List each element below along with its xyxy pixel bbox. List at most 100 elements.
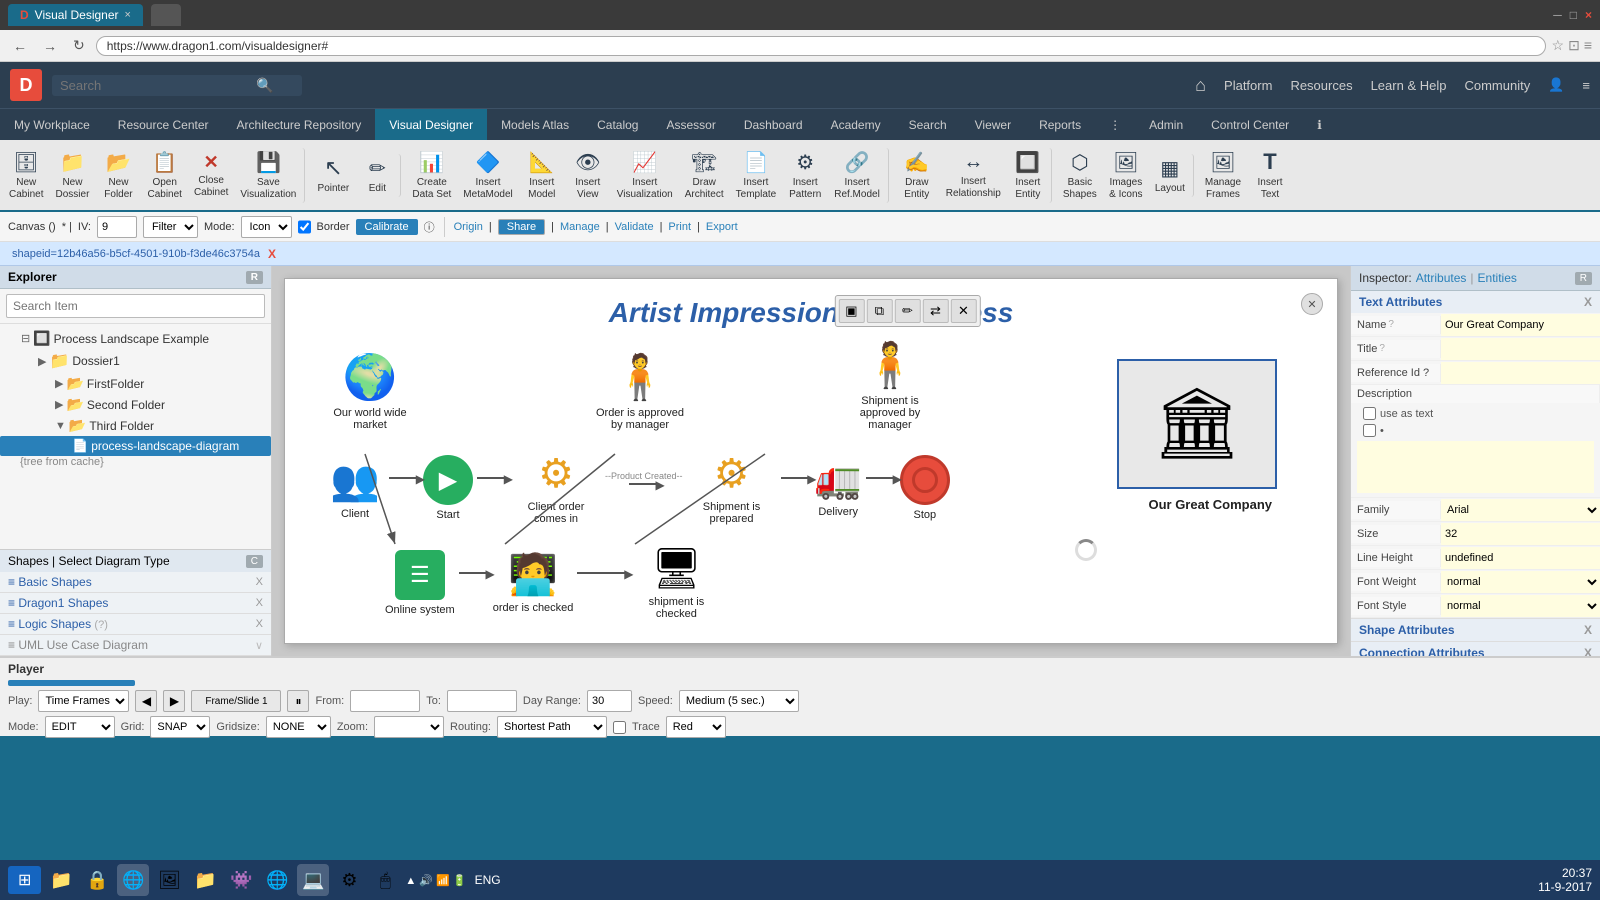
taskbar-icon-globe[interactable]: 🌐 [261,864,293,896]
from-input[interactable] [350,690,420,712]
title-q-icon[interactable]: ? [1379,343,1385,354]
taskbar-start-btn[interactable]: ⊞ [8,866,41,894]
bookmark-icon[interactable]: ☆ [1552,37,1565,54]
menu-models-atlas[interactable]: Models Atlas [487,109,583,140]
nav-learn-help[interactable]: Learn & Help [1371,78,1447,93]
info-icon[interactable]: ⓘ [424,219,435,235]
nav-user-icon[interactable]: 👤 [1548,77,1564,93]
text-attributes-header[interactable]: Text Attributes X [1351,291,1600,313]
browser-tab[interactable]: D Visual Designer × [8,4,143,26]
basic-shapes-header[interactable]: ≡ Basic Shapes X [0,572,271,592]
app-search-btn[interactable]: 🔍 [256,77,273,94]
nav-community[interactable]: Community [1464,78,1530,93]
routing-select[interactable]: Shortest Path [497,716,607,738]
validate-btn[interactable]: Validate [615,221,654,233]
menu-visual-designer[interactable]: Visual Designer [375,109,487,140]
basic-shapes-close[interactable]: X [256,576,263,588]
ribbon-btn-insert-metamodel[interactable]: 🔷 InsertMetaModel [458,148,517,203]
shapes-panel-header[interactable]: Shapes | Select Diagram Type C [0,550,271,572]
inspector-r-btn[interactable]: R [1575,272,1592,285]
shape-start[interactable]: ▶ Start [423,455,473,521]
trace-checkbox[interactable] [613,721,626,734]
ribbon-btn-save[interactable]: 💾 SaveVisualization [235,148,305,203]
diagram-close-btn[interactable]: ✕ [1301,293,1323,315]
shape-person2[interactable]: 🧍 Shipment is approved by manager [845,339,935,431]
app-logo[interactable]: D [10,69,42,101]
to-input[interactable] [447,690,517,712]
player-next-btn[interactable]: ▶ [163,690,185,712]
menu-resource-center[interactable]: Resource Center [104,109,223,140]
shape-client[interactable]: 👥 Client [325,457,385,520]
ribbon-btn-create-dataset[interactable]: 📊 CreateData Set [407,148,456,203]
shape-delivery[interactable]: 🚛 Delivery [815,458,862,518]
menu-assessor[interactable]: Assessor [652,109,729,140]
cft-share-btn[interactable]: ⇄ [922,299,948,323]
description-textarea[interactable] [1357,441,1594,493]
taskbar-icon-lock[interactable]: 🔒 [81,864,113,896]
shape-orderchecked[interactable]: 🧑‍💻 order is checked [493,551,574,614]
menu-my-workplace[interactable]: My Workplace [0,109,104,140]
inspector-entities-link[interactable]: Entities [1478,271,1517,285]
shape-attributes-header[interactable]: Shape Attributes X [1351,619,1600,641]
inspector-attributes-link[interactable]: Attributes [1416,271,1467,285]
tree-node-root[interactable]: ⊟ 🔲 Process Landscape Example [0,328,271,349]
menu-academy[interactable]: Academy [817,109,895,140]
extension-icon[interactable]: ⊡ [1568,37,1580,54]
ribbon-btn-insert-entity[interactable]: 🔲 InsertEntity [1008,148,1052,203]
trace-color-select[interactable]: Red [666,716,726,738]
player-prev-btn[interactable]: ◀ [135,690,157,712]
header-home-icon[interactable]: ⌂ [1195,75,1206,96]
nav-refresh-btn[interactable]: ↻ [68,35,90,56]
shapeid-close-btn[interactable]: X [268,247,276,261]
nav-hamburger[interactable]: ≡ [1582,78,1590,93]
grid-select[interactable]: SNAP [150,716,210,738]
text-attributes-close[interactable]: X [1584,295,1592,309]
day-range-input[interactable] [587,690,632,712]
inactive-tab[interactable] [151,4,181,26]
nav-back-btn[interactable]: ← [8,36,32,56]
ribbon-btn-close-cabinet[interactable]: ✕ CloseCabinet [189,150,233,201]
menu-icon[interactable]: ≡ [1584,37,1592,54]
menu-reports[interactable]: Reports [1025,109,1095,140]
player-pause-btn[interactable]: ⏸ [287,690,309,712]
ribbon-btn-insert-refmodel[interactable]: 🔗 InsertRef.Model [829,148,889,203]
shape-shipmentprep[interactable]: ⚙ Shipment is prepared [687,451,777,525]
tree-node-thirdfolder[interactable]: ▼ 📂 Third Folder [0,415,271,436]
family-select[interactable]: Arial [1441,499,1600,521]
explorer-r-btn[interactable]: R [246,271,263,284]
size-input[interactable] [1441,523,1600,545]
taskbar-icon-cursor[interactable]: 🖱 [369,864,401,896]
menu-catalog[interactable]: Catalog [583,109,652,140]
menu-viewer[interactable]: Viewer [961,109,1025,140]
speed-select[interactable]: Medium (5 sec.) [679,690,799,712]
ribbon-btn-insert-relationship[interactable]: ↔ InsertRelationship [941,149,1006,202]
menu-control-center[interactable]: Control Center [1197,109,1303,140]
connection-attributes-close[interactable]: X [1584,646,1592,656]
filter-select[interactable]: Filter [143,216,198,238]
print-btn[interactable]: Print [668,221,691,233]
menu-architecture-repo[interactable]: Architecture Repository [223,109,376,140]
logic-shapes-close[interactable]: X [256,618,263,630]
ribbon-btn-layout[interactable]: ▦ Layout [1150,154,1194,197]
cft-delete-btn[interactable]: ✕ [950,299,976,323]
title-input[interactable] [1441,338,1600,360]
tree-node-secondfolder[interactable]: ▶ 📂 Second Folder [0,394,271,415]
shape-shipmentchecked[interactable]: 🖥 shipment is checked [631,545,721,620]
fontweight-select[interactable]: normal bold [1441,571,1600,593]
use-as-text-checkbox[interactable] [1363,407,1376,420]
shape-attributes-close[interactable]: X [1584,623,1592,637]
name-q-icon[interactable]: ? [1388,319,1394,330]
app-search-input[interactable] [60,78,250,93]
tree-node-dossier1[interactable]: ▶ 📁 Dossier1 [0,349,271,373]
ribbon-btn-insert-template[interactable]: 📄 InsertTemplate [731,148,782,203]
taskbar-icon-laptop[interactable]: 💻 [297,864,329,896]
taskbar-icon-files[interactable]: 📁 [45,864,77,896]
shape-clientorder[interactable]: ⚙ Client order comes in [511,451,601,525]
shape-person1[interactable]: 🧍 Order is approved by manager [595,351,685,431]
shape-online[interactable]: ☰ Online system [385,550,455,616]
calibrate-btn[interactable]: Calibrate [356,219,418,235]
zoom-select[interactable] [374,716,444,738]
border-checkbox[interactable] [298,216,311,238]
taskbar-icon-images[interactable]: 🖼 [153,864,185,896]
ribbon-btn-edit[interactable]: ✏ Edit [357,154,401,197]
